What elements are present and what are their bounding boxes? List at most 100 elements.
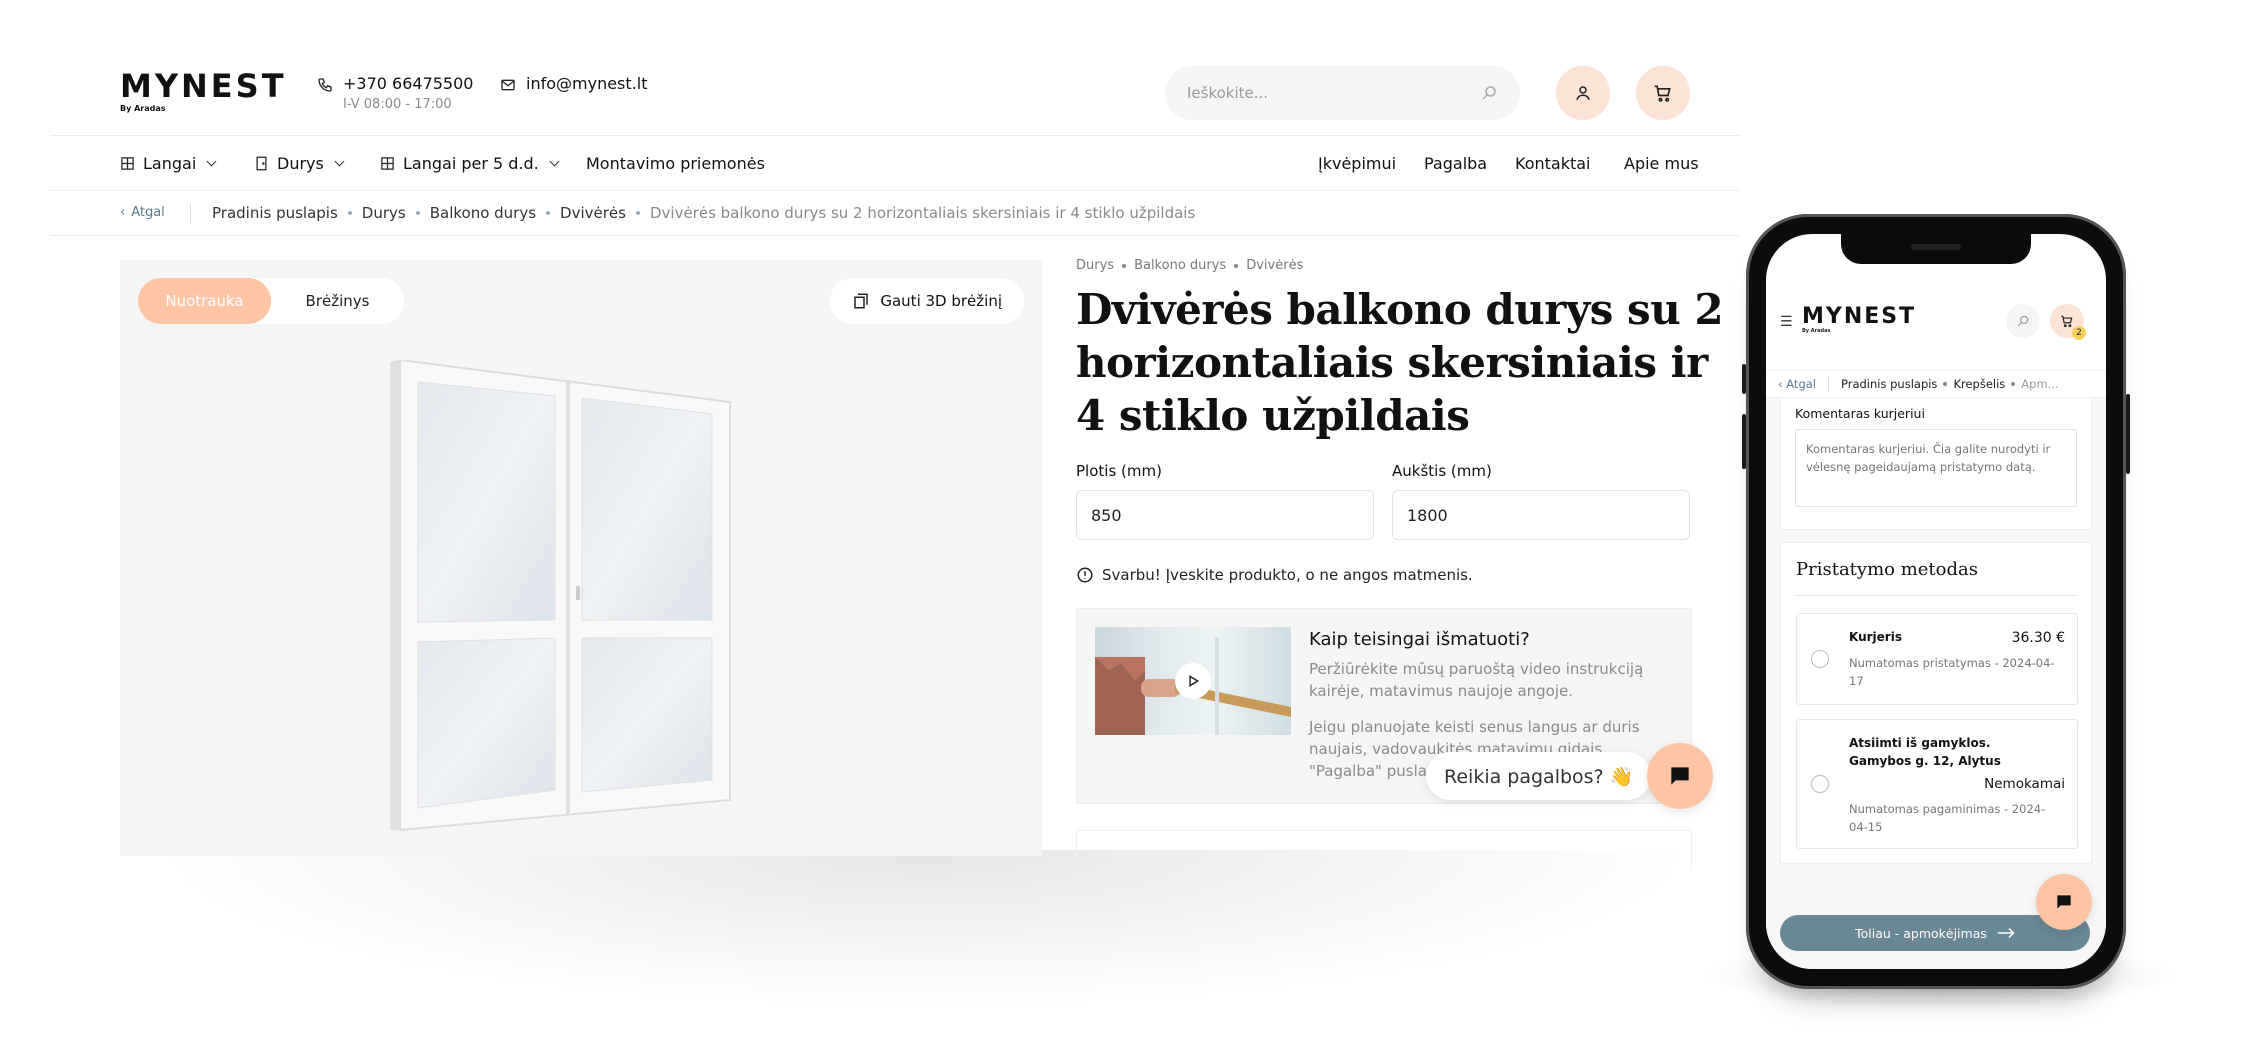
- height-label: Aukštis (mm): [1392, 462, 1492, 480]
- cart-icon: [1654, 85, 1671, 102]
- breadcrumb-item[interactable]: Pradinis puslapis: [212, 204, 338, 222]
- product-gallery: Nuotrauka Brėžinys Gauti 3D brėžinį: [120, 260, 1042, 856]
- search-bar[interactable]: [1165, 66, 1520, 120]
- mobile-search-button[interactable]: [2006, 304, 2040, 338]
- cart-button[interactable]: [1636, 66, 1690, 120]
- option-price: Nemokamai: [1984, 776, 2065, 792]
- nav-item-about[interactable]: Apie mus: [1624, 154, 1699, 173]
- product-category-path: Durys Balkono durys Dvivėrės: [1076, 258, 1738, 273]
- phone-button: [2126, 394, 2130, 474]
- search-input[interactable]: [1187, 84, 1447, 102]
- courier-comment-textarea[interactable]: [1795, 429, 2077, 507]
- tab-photo[interactable]: Nuotrauka: [138, 278, 271, 324]
- mobile-header: ☰ MYNEST By Aradas 2: [1766, 294, 2106, 350]
- phone-button: [1742, 364, 1746, 394]
- dimension-warning: Svarbu! Įveskite produkto, o ne angos ma…: [1076, 566, 1738, 584]
- video-description: Peržiūrėkite mūsų paruoštą video instruk…: [1309, 660, 1644, 700]
- user-icon: [1576, 86, 1590, 100]
- breadcrumb-item[interactable]: Durys: [362, 204, 406, 222]
- height-input[interactable]: [1392, 490, 1690, 540]
- courier-comment-card: Komentaras kurjeriui: [1780, 398, 2092, 530]
- breadcrumb-item[interactable]: Pradinis puslapis: [1841, 377, 1937, 391]
- breadcrumb-item[interactable]: Krepšelis: [1953, 377, 2005, 391]
- site-header: MYNEST By Aradas +370 66475500 I-V 08:00…: [50, 0, 1740, 136]
- email-address[interactable]: info@mynest.lt: [526, 74, 647, 93]
- help-bubble[interactable]: Reikia pagalbos? 👋: [1426, 752, 1652, 800]
- logo[interactable]: MYNEST By Aradas: [120, 70, 287, 113]
- phone-contact[interactable]: +370 66475500 I-V 08:00 - 17:00: [317, 74, 473, 112]
- category-item[interactable]: Dvivėrės: [1246, 258, 1303, 273]
- width-label: Plotis (mm): [1076, 462, 1162, 480]
- options-card: [1076, 830, 1692, 870]
- search-icon: [2017, 315, 2029, 327]
- category-item[interactable]: Balkono durys: [1134, 258, 1226, 273]
- mail-icon: [501, 79, 515, 91]
- breadcrumb-trail: Pradinis puslapis Durys Balkono durys Dv…: [212, 204, 1195, 222]
- phone-number[interactable]: +370 66475500: [343, 74, 473, 93]
- nav-item-inspiration[interactable]: Įkvėpimui: [1318, 154, 1396, 173]
- nav-item-help[interactable]: Pagalba: [1424, 154, 1487, 173]
- option-name: Atsiimti iš gamyklos. Gamybos g. 12, Aly…: [1849, 736, 2001, 768]
- nav-item-windows[interactable]: Langai: [120, 154, 217, 173]
- radio-courier[interactable]: [1811, 650, 1829, 668]
- breadcrumb-current: Dvivėrės balkono durys su 2 horizontalia…: [649, 204, 1196, 222]
- divider: [190, 204, 191, 224]
- nav-item-contacts[interactable]: Kontaktai: [1515, 154, 1591, 173]
- nav-item-windows-5days[interactable]: Langai per 5 d.d.: [380, 154, 560, 173]
- phone-button: [1742, 414, 1746, 469]
- option-note: Numatomas pristatymas - 2024-04-17: [1849, 656, 2055, 688]
- chevron-left-icon: ‹: [120, 205, 126, 220]
- mobile-logo[interactable]: MYNEST By Aradas: [1802, 306, 1916, 335]
- nav-item-installation[interactable]: Montavimo priemonės: [586, 154, 765, 173]
- delivery-method-card: Pristatymo metodas Kurjeris 36.30 € Numa…: [1780, 542, 2092, 864]
- dimension-fields: Plotis (mm) Aukštis (mm): [1076, 462, 1738, 540]
- nav-item-doors[interactable]: Durys: [254, 154, 345, 173]
- work-hours: I-V 08:00 - 17:00: [343, 97, 452, 112]
- option-price: 36.30 €: [2011, 630, 2065, 646]
- play-button[interactable]: [1175, 663, 1211, 699]
- delivery-option-pickup[interactable]: Atsiimti iš gamyklos. Gamybos g. 12, Aly…: [1796, 719, 2078, 849]
- phone-notch: [1841, 234, 2031, 264]
- video-thumbnail[interactable]: [1095, 627, 1291, 735]
- chevron-down-icon: [334, 156, 345, 167]
- width-input[interactable]: [1076, 490, 1374, 540]
- info-icon: [1077, 567, 1093, 583]
- category-item[interactable]: Durys: [1076, 258, 1114, 273]
- phone-mockup: ☰ MYNEST By Aradas 2 ‹ Atgal Pradinis pu…: [1742, 214, 2130, 989]
- product-image: [390, 358, 770, 844]
- view-toggle: Nuotrauka Brėžinys: [138, 278, 404, 324]
- get-3d-drawing-button[interactable]: Gauti 3D brėžinį: [830, 278, 1024, 324]
- radio-pickup[interactable]: [1811, 775, 1829, 793]
- account-button[interactable]: [1556, 66, 1610, 120]
- chevron-down-icon: [206, 156, 217, 167]
- mobile-cart-button[interactable]: 2: [2050, 304, 2086, 340]
- back-link[interactable]: ‹ Atgal: [120, 205, 165, 220]
- mobile-breadcrumb: ‹ Atgal Pradinis puslapis Krepšelis Apm.…: [1766, 370, 2106, 398]
- product-title: Dvivėrės balkono durys su 2 horizontalia…: [1076, 285, 1724, 440]
- phone-icon: [318, 78, 332, 92]
- email-contact[interactable]: info@mynest.lt: [500, 74, 647, 93]
- breadcrumb-current: Apm...: [2021, 377, 2059, 391]
- video-title: Kaip teisingai išmatuoti?: [1309, 629, 1530, 650]
- page-shadow: [150, 850, 1700, 1010]
- play-icon: [1189, 675, 1200, 687]
- tab-drawing[interactable]: Brėžinys: [271, 278, 404, 324]
- delivery-title: Pristatymo metodas: [1796, 559, 1978, 580]
- mobile-back-link[interactable]: ‹ Atgal: [1778, 377, 1816, 391]
- chat-button[interactable]: [1647, 743, 1713, 809]
- option-note: Numatomas pagaminimas - 2024-04-15: [1849, 802, 2046, 834]
- chat-icon: [2057, 895, 2071, 909]
- arrow-right-icon: [1997, 927, 2015, 939]
- cart-icon: [2061, 315, 2073, 328]
- mobile-chat-button[interactable]: [2036, 874, 2092, 930]
- main-nav: Langai Durys Langai per 5 d.d. Montavimo…: [50, 137, 1740, 191]
- door-icon: [256, 156, 267, 171]
- desktop-page: MYNEST By Aradas +370 66475500 I-V 08:00…: [50, 0, 1740, 870]
- chevron-down-icon: [549, 156, 560, 167]
- breadcrumb-item[interactable]: Dvivėrės: [560, 204, 626, 222]
- cart-count-badge: 2: [2072, 326, 2086, 340]
- menu-icon[interactable]: ☰: [1780, 314, 1793, 330]
- breadcrumb-item[interactable]: Balkono durys: [430, 204, 536, 222]
- delivery-option-courier[interactable]: Kurjeris 36.30 € Numatomas pristatymas -…: [1796, 613, 2078, 705]
- search-icon[interactable]: [1480, 84, 1498, 102]
